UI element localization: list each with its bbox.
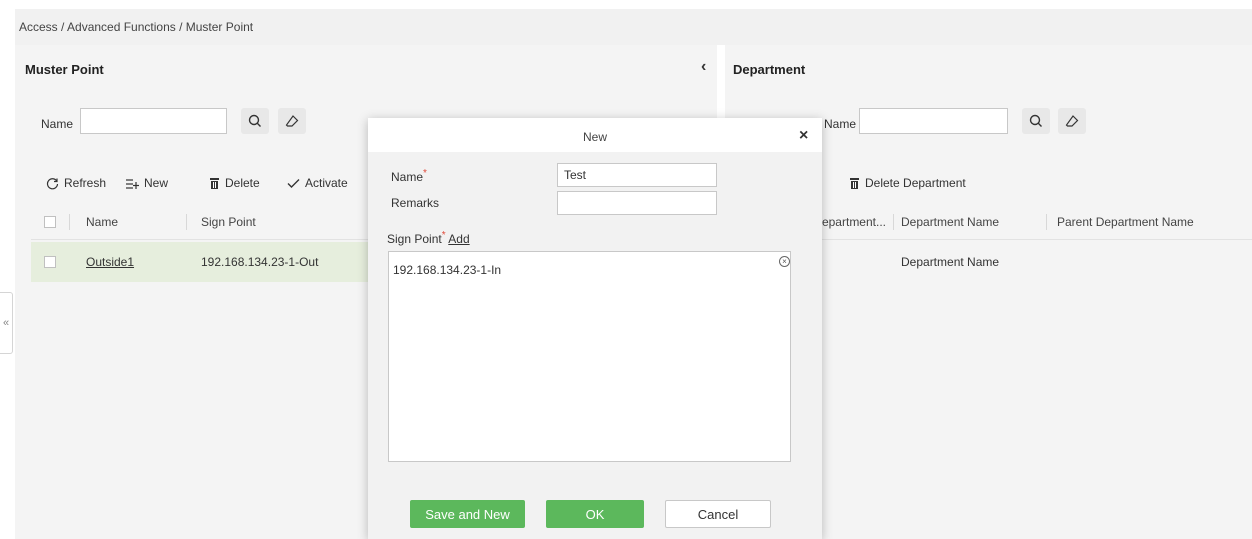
row-name-link[interactable]: Outside1: [86, 255, 134, 269]
add-sign-point-link[interactable]: Add: [448, 232, 469, 246]
breadcrumb: Access / Advanced Functions / Muster Poi…: [15, 9, 1252, 45]
remarks-field[interactable]: [557, 191, 717, 215]
column-header-department-name[interactable]: Department Name: [901, 215, 999, 229]
panel-title-muster-point: Muster Point: [25, 62, 104, 77]
column-header-name[interactable]: Name: [86, 215, 118, 229]
dialog-body: Name* Remarks Sign Point* Add 192.168.13…: [368, 152, 822, 490]
search-icon[interactable]: [241, 108, 269, 134]
column-header-parent-department-name[interactable]: Parent Department Name: [1057, 215, 1194, 229]
sign-point-label: Sign Point* Add: [387, 230, 470, 246]
column-divider: [1046, 214, 1047, 230]
remove-circle-icon[interactable]: ×: [779, 256, 790, 267]
activate-label: Activate: [305, 176, 348, 190]
new-button[interactable]: New: [125, 176, 168, 190]
row-checkbox[interactable]: [44, 256, 56, 268]
delete-label: Delete: [225, 176, 260, 190]
name-field[interactable]: [557, 163, 717, 187]
row-department-name: Department Name: [901, 255, 1000, 269]
name-field-label: Name*: [391, 168, 427, 184]
refresh-icon: [46, 177, 59, 189]
expand-sidebar-tab[interactable]: «: [0, 292, 13, 354]
column-divider: [186, 214, 187, 230]
trash-icon: [850, 177, 859, 189]
dialog-title: New: [582, 130, 607, 144]
refresh-button[interactable]: Refresh: [46, 176, 106, 190]
delete-button[interactable]: Delete: [209, 176, 260, 190]
dialog-header: New ×: [368, 118, 822, 152]
activate-button[interactable]: Activate: [287, 176, 348, 190]
delete-department-label: Delete Department: [865, 176, 966, 190]
select-all-checkbox[interactable]: [44, 216, 56, 228]
panel-title-department: Department: [733, 62, 806, 77]
column-divider: [893, 214, 894, 230]
ok-button[interactable]: OK: [546, 500, 644, 528]
close-icon[interactable]: ×: [799, 127, 808, 145]
trash-icon: [210, 177, 219, 189]
eraser-icon[interactable]: [278, 108, 306, 134]
new-label: New: [144, 176, 169, 190]
new-muster-point-dialog: New × Name* Remarks Sign Point* Add 192.…: [368, 118, 822, 539]
name-search-input[interactable]: [80, 108, 227, 134]
cancel-button[interactable]: Cancel: [665, 500, 771, 528]
remarks-field-label: Remarks: [391, 196, 440, 210]
sign-point-list: 192.168.134.23-1-In ×: [388, 251, 791, 462]
dialog-footer: Save and New OK Cancel: [368, 490, 822, 539]
search-icon[interactable]: [1022, 108, 1050, 134]
refresh-label: Refresh: [64, 176, 107, 190]
new-list-icon: [126, 178, 139, 189]
column-divider: [69, 214, 70, 230]
delete-department-button[interactable]: Delete Department: [849, 176, 966, 190]
sign-point-item: 192.168.134.23-1-In: [393, 263, 502, 277]
department-name-search-input[interactable]: [859, 108, 1008, 134]
save-and-new-button[interactable]: Save and New: [410, 500, 525, 528]
check-icon: [287, 178, 300, 188]
column-header-sign-point[interactable]: Sign Point: [201, 215, 256, 229]
eraser-icon[interactable]: [1058, 108, 1086, 134]
name-search-label: Name: [41, 117, 74, 131]
chevron-left-icon[interactable]: ‹: [701, 58, 706, 76]
row-sign-point: 192.168.134.23-1-Out: [201, 255, 319, 269]
